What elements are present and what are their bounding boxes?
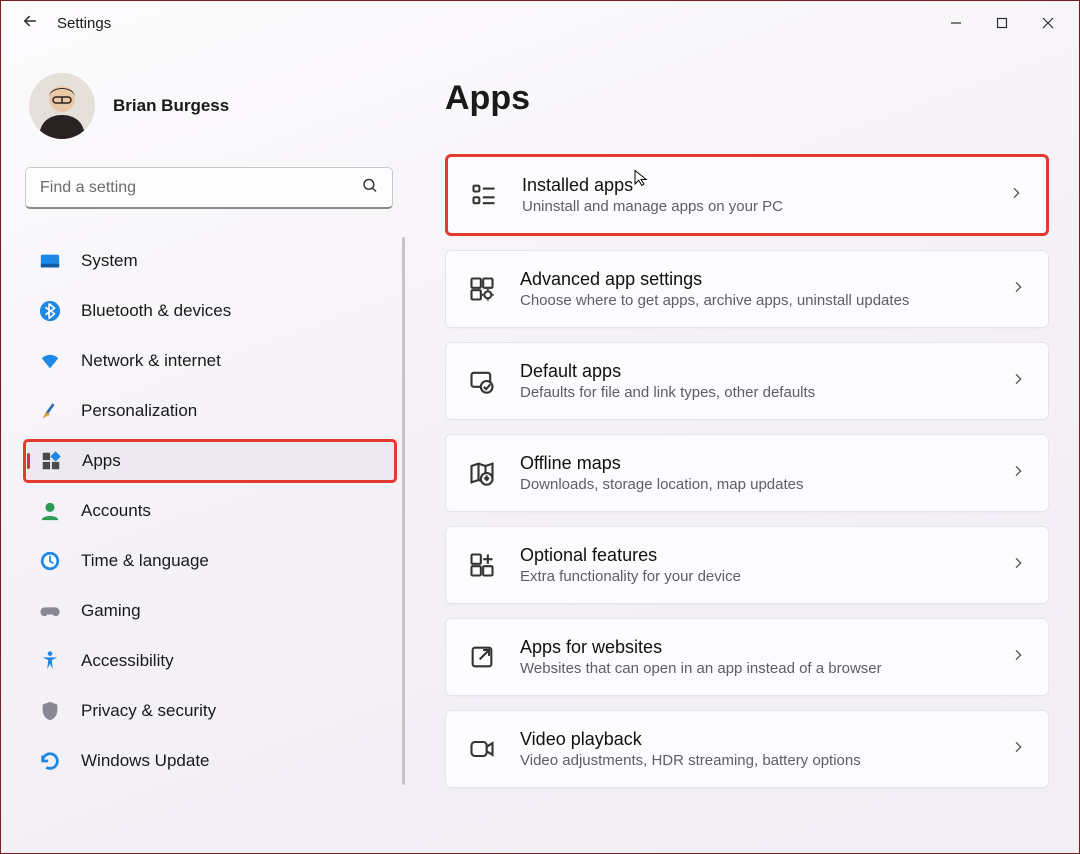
sidebar-item-label: Accessibility [81, 651, 174, 671]
card-title: Optional features [520, 545, 986, 566]
accessibility-icon [39, 650, 61, 672]
card-installed-apps[interactable]: Installed apps Uninstall and manage apps… [445, 154, 1049, 236]
sidebar: Brian Burgess System [1, 45, 411, 854]
sidebar-item-label: Privacy & security [81, 701, 216, 721]
sidebar-item-time-language[interactable]: Time & language [25, 539, 393, 583]
sidebar-item-system[interactable]: System [25, 239, 393, 283]
video-icon [468, 735, 496, 763]
sidebar-item-label: Apps [82, 451, 121, 471]
sidebar-item-gaming[interactable]: Gaming [25, 589, 393, 633]
card-default-apps[interactable]: Default apps Defaults for file and link … [445, 342, 1049, 420]
back-button[interactable] [21, 12, 39, 35]
sidebar-item-bluetooth[interactable]: Bluetooth & devices [25, 289, 393, 333]
maximize-button[interactable] [979, 7, 1025, 39]
nav-list: System Bluetooth & devices Network & int… [23, 233, 411, 789]
card-apps-for-websites[interactable]: Apps for websites Websites that can open… [445, 618, 1049, 696]
card-subtitle: Downloads, storage location, map updates [520, 476, 986, 493]
advanced-settings-icon [468, 275, 496, 303]
card-title: Installed apps [522, 175, 984, 196]
card-title: Video playback [520, 729, 986, 750]
card-optional-features[interactable]: Optional features Extra functionality fo… [445, 526, 1049, 604]
system-icon [39, 250, 61, 272]
chevron-right-icon [1010, 739, 1026, 760]
card-title: Apps for websites [520, 637, 986, 658]
sidebar-item-network[interactable]: Network & internet [25, 339, 393, 383]
titlebar: Settings [1, 1, 1079, 45]
search-input[interactable] [25, 167, 393, 209]
card-title: Advanced app settings [520, 269, 986, 290]
default-apps-icon [468, 367, 496, 395]
sidebar-item-accessibility[interactable]: Accessibility [25, 639, 393, 683]
update-icon [39, 750, 61, 772]
person-icon [39, 500, 61, 522]
card-subtitle: Uninstall and manage apps on your PC [522, 198, 984, 215]
card-subtitle: Defaults for file and link types, other … [520, 384, 986, 401]
installed-apps-icon [470, 181, 498, 209]
page-title: Apps [445, 79, 1049, 118]
sidebar-item-personalization[interactable]: Personalization [25, 389, 393, 433]
minimize-button[interactable] [933, 7, 979, 39]
card-subtitle: Choose where to get apps, archive apps, … [520, 292, 986, 309]
card-offline-maps[interactable]: Offline maps Downloads, storage location… [445, 434, 1049, 512]
apps-icon [40, 450, 62, 472]
card-advanced-app-settings[interactable]: Advanced app settings Choose where to ge… [445, 250, 1049, 328]
chevron-right-icon [1008, 185, 1024, 206]
avatar [29, 73, 95, 139]
settings-window: Settings [0, 0, 1080, 854]
sidebar-item-label: Personalization [81, 401, 197, 421]
chevron-right-icon [1010, 463, 1026, 484]
wifi-icon [39, 350, 61, 372]
card-subtitle: Video adjustments, HDR streaming, batter… [520, 752, 986, 769]
sidebar-item-label: Accounts [81, 501, 151, 521]
chevron-right-icon [1010, 555, 1026, 576]
card-title: Default apps [520, 361, 986, 382]
paintbrush-icon [39, 400, 61, 422]
sidebar-item-accounts[interactable]: Accounts [25, 489, 393, 533]
close-button[interactable] [1025, 7, 1071, 39]
search-icon [361, 177, 379, 200]
nav-scrollbar[interactable] [402, 237, 405, 785]
gamepad-icon [39, 600, 61, 622]
window-title: Settings [57, 15, 111, 32]
sidebar-item-windows-update[interactable]: Windows Update [25, 739, 393, 783]
profile-name: Brian Burgess [113, 96, 229, 116]
cards-list: Installed apps Uninstall and manage apps… [445, 154, 1049, 788]
card-video-playback[interactable]: Video playback Video adjustments, HDR st… [445, 710, 1049, 788]
search-wrap [25, 167, 393, 209]
map-icon [468, 459, 496, 487]
bluetooth-icon [39, 300, 61, 322]
sidebar-item-privacy[interactable]: Privacy & security [25, 689, 393, 733]
chevron-right-icon [1010, 279, 1026, 300]
sidebar-item-label: Gaming [81, 601, 141, 621]
card-title: Offline maps [520, 453, 986, 474]
sidebar-item-label: Network & internet [81, 351, 221, 371]
open-external-icon [468, 643, 496, 671]
sidebar-item-label: Time & language [81, 551, 209, 571]
clock-globe-icon [39, 550, 61, 572]
sidebar-item-apps[interactable]: Apps [23, 439, 397, 483]
card-subtitle: Websites that can open in an app instead… [520, 660, 986, 677]
optional-features-icon [468, 551, 496, 579]
chevron-right-icon [1010, 371, 1026, 392]
chevron-right-icon [1010, 647, 1026, 668]
shield-icon [39, 700, 61, 722]
main-content: Apps Installed apps Uninstall and manage… [411, 45, 1079, 854]
sidebar-item-label: System [81, 251, 138, 271]
sidebar-item-label: Windows Update [81, 751, 210, 771]
card-subtitle: Extra functionality for your device [520, 568, 986, 585]
sidebar-item-label: Bluetooth & devices [81, 301, 231, 321]
profile[interactable]: Brian Burgess [23, 65, 411, 157]
